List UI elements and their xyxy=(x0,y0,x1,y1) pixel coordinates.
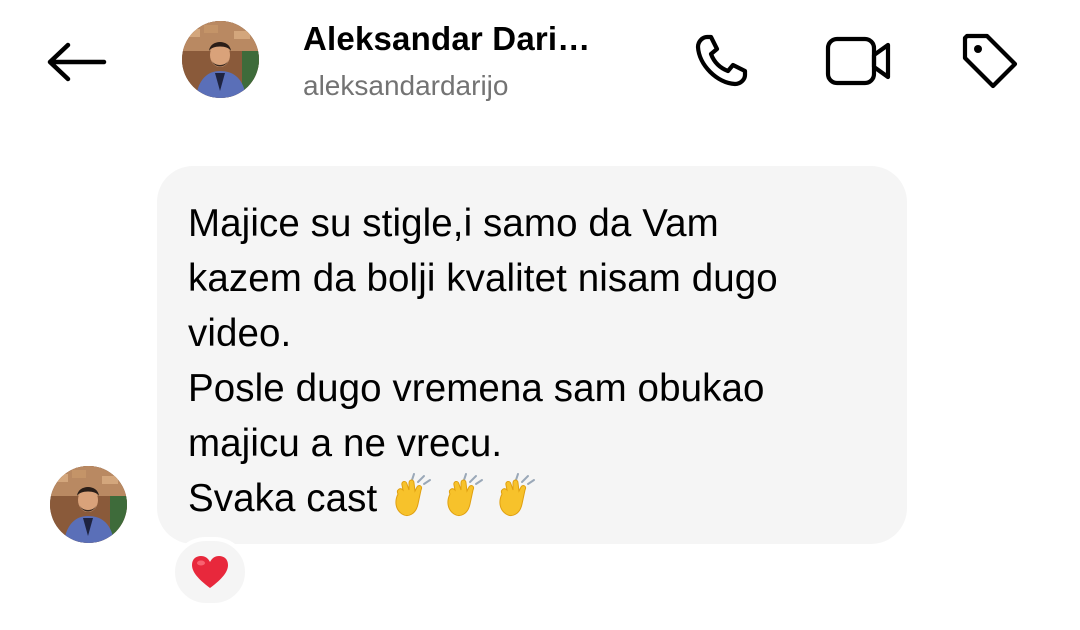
tag-icon xyxy=(962,33,1018,89)
message-last-line: Svaka cast xyxy=(188,471,867,526)
profile-photo xyxy=(50,466,127,543)
avatar[interactable] xyxy=(182,21,259,98)
message-line: Posle dugo vremena sam obukao xyxy=(188,367,765,410)
message-bubble[interactable]: Majice su stigle,i samo da Vam kazem da … xyxy=(157,166,907,544)
tag-button[interactable] xyxy=(955,26,1025,96)
message-line: video. xyxy=(188,312,292,355)
message-reaction[interactable] xyxy=(171,537,249,607)
back-arrow-icon xyxy=(47,42,107,82)
audio-call-button[interactable] xyxy=(686,26,756,96)
message-text: Majice su stigle,i samo da Vam kazem da … xyxy=(188,196,867,526)
red-heart-icon xyxy=(192,556,228,588)
contact-username[interactable]: aleksandardarijo xyxy=(303,70,508,102)
contact-name[interactable]: Aleksandar Dari… xyxy=(303,20,591,58)
direct-message-screen: Aleksandar Dari… aleksandardarijo Majice… xyxy=(0,0,1080,630)
clapping-hands-icon xyxy=(440,472,488,520)
video-camera-icon xyxy=(825,36,891,86)
message-line: kazem da bolji kvalitet nisam dugo xyxy=(188,257,778,300)
video-call-button[interactable] xyxy=(824,26,894,96)
message-line: Majice su stigle,i samo da Vam xyxy=(188,202,719,245)
profile-photo xyxy=(182,21,259,98)
clapping-hands-icon xyxy=(388,472,436,520)
clapping-hands-icon xyxy=(492,472,540,520)
phone-icon xyxy=(695,34,748,87)
back-button[interactable] xyxy=(40,32,112,92)
message-line: majicu a ne vrecu. xyxy=(188,422,503,465)
message-line: Svaka cast xyxy=(188,477,378,520)
sender-avatar[interactable] xyxy=(50,466,127,543)
